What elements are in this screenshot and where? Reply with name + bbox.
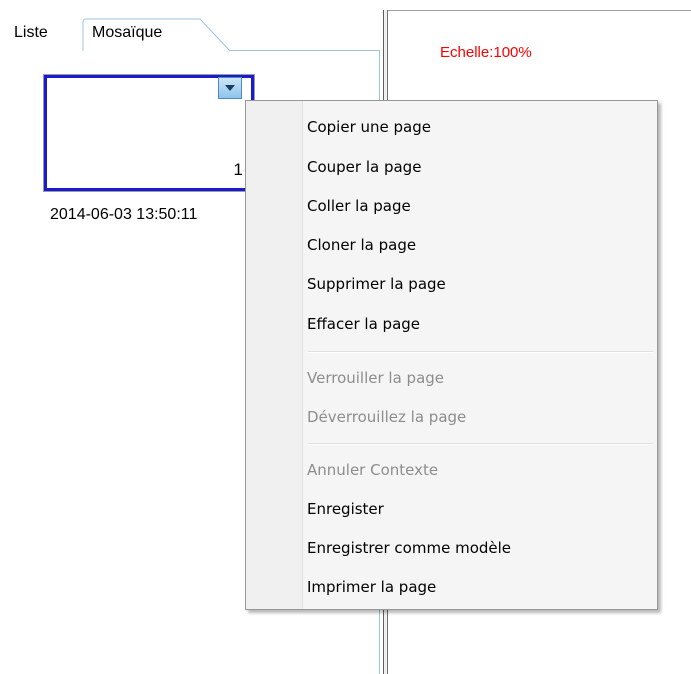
chevron-down-icon <box>225 85 235 91</box>
menu-item-print-page[interactable]: Imprimer la page <box>307 578 436 596</box>
tab-mosaique-label: Mosaïque <box>92 24 163 41</box>
menu-separator <box>308 351 653 353</box>
menu-item-save[interactable]: Enregister <box>307 500 384 518</box>
menu-item-lock-page[interactable]: Verrouiller la page <box>307 369 444 387</box>
thumbnail-dropdown-button[interactable] <box>218 77 242 99</box>
menu-item-paste-page[interactable]: Coller la page <box>307 197 411 215</box>
tab-liste[interactable]: Liste <box>10 20 72 54</box>
context-menu: Copier une page Couper la page Coller la… <box>245 100 658 610</box>
menu-separator <box>308 443 653 445</box>
thumbnail-timestamp: 2014-06-03 13:50:11 <box>50 206 198 223</box>
menu-item-clear-page[interactable]: Effacer la page <box>307 315 420 333</box>
page-number: 1 <box>233 160 243 179</box>
menu-item-save-as-template[interactable]: Enregistrer comme modèle <box>307 539 511 557</box>
menu-item-clone-page[interactable]: Cloner la page <box>307 236 416 254</box>
tab-liste-label: Liste <box>14 24 48 41</box>
menu-item-unlock-page[interactable]: Déverrouillez la page <box>307 408 466 426</box>
menu-item-copy-page[interactable]: Copier une page <box>307 118 431 136</box>
menu-item-delete-page[interactable]: Supprimer la page <box>307 275 446 293</box>
menu-item-cut-page[interactable]: Couper la page <box>307 158 421 176</box>
tab-mosaique[interactable]: Mosaïque <box>82 18 232 52</box>
menu-item-cancel-context[interactable]: Annuler Contexte <box>307 461 438 479</box>
context-menu-icon-gutter <box>246 101 303 609</box>
tab-strip-line <box>230 50 380 51</box>
scale-label: Echelle:100% <box>440 44 532 61</box>
